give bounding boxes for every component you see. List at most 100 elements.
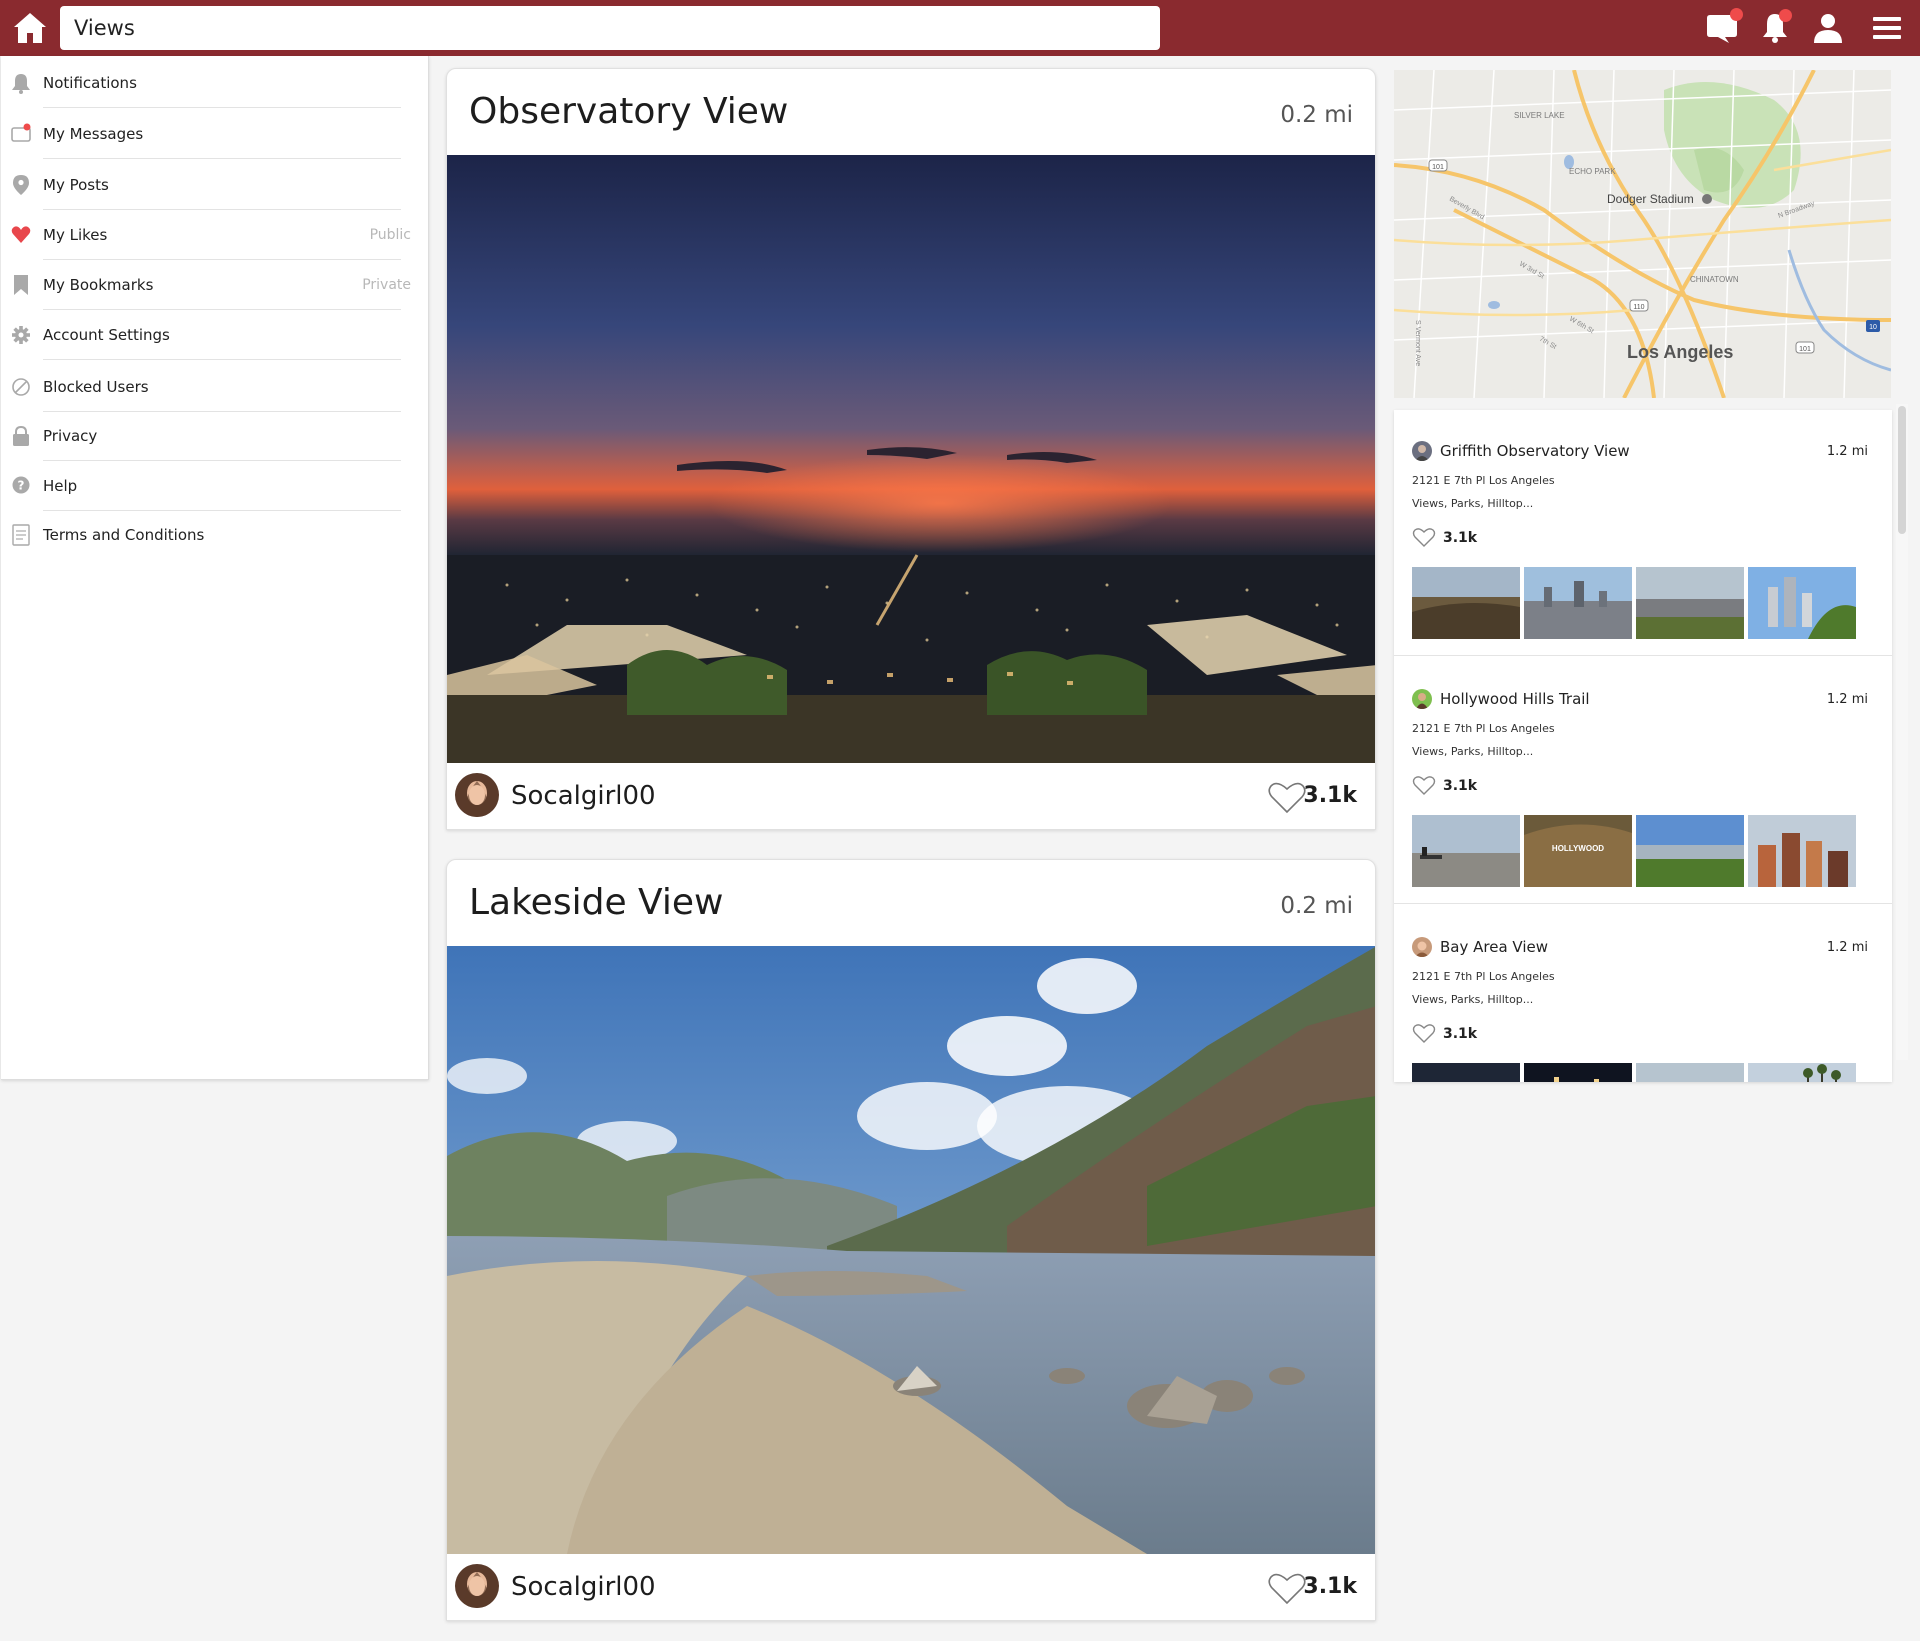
heart-outline-icon[interactable] bbox=[1412, 1022, 1436, 1044]
sidebar-item-messages[interactable]: My Messages bbox=[1, 109, 429, 159]
thumbnail[interactable] bbox=[1524, 567, 1632, 639]
sidebar-item-label: Blocked Users bbox=[43, 378, 149, 396]
place-like-count: 3.1k bbox=[1443, 1026, 1478, 1042]
thumbnail[interactable] bbox=[1748, 815, 1856, 887]
place-distance: 1.2 mi bbox=[1826, 940, 1868, 955]
map-pin-icon bbox=[13, 175, 29, 195]
photo-thumbnails bbox=[1412, 567, 1872, 639]
post-card: Observatory View 0.2 mi Socalgirl00 3.1k bbox=[446, 68, 1376, 830]
sidebar-item-terms[interactable]: Terms and Conditions bbox=[1, 510, 429, 560]
places-list: Griffith Observatory View 1.2 mi 2121 E … bbox=[1394, 410, 1892, 1082]
places-scrollbar[interactable] bbox=[1896, 404, 1908, 1060]
messages-badge bbox=[1730, 8, 1743, 21]
thumbnail[interactable] bbox=[1748, 567, 1856, 639]
top-bar bbox=[0, 0, 1920, 56]
scrollbar-thumb[interactable] bbox=[1898, 406, 1906, 534]
post-photo-city-sunset[interactable] bbox=[447, 155, 1375, 763]
post-photo-lakeside[interactable] bbox=[447, 946, 1375, 1554]
post-like-count: 3.1k bbox=[1303, 783, 1357, 808]
gear-icon bbox=[12, 326, 30, 344]
sidebar-item-label: My Posts bbox=[43, 176, 109, 194]
heart-outline-icon[interactable] bbox=[1267, 1570, 1307, 1606]
map-label: Dodger Stadium bbox=[1607, 192, 1694, 206]
map-view[interactable]: SILVER LAKE ECHO PARK Dodger Stadium CHI… bbox=[1394, 70, 1891, 398]
place-item[interactable]: Bay Area View 1.2 mi 2121 E 7th Pl Los A… bbox=[1394, 906, 1892, 1082]
help-icon: ? bbox=[12, 476, 30, 494]
map-label: 101 bbox=[1432, 164, 1444, 171]
sidebar-item-account-settings[interactable]: Account Settings bbox=[1, 310, 429, 360]
avatar bbox=[1412, 689, 1432, 709]
map-label: 10 bbox=[1869, 324, 1877, 331]
thumbnail[interactable] bbox=[1412, 1063, 1520, 1082]
thumbnail[interactable] bbox=[1636, 815, 1744, 887]
notifications-badge bbox=[1779, 9, 1792, 22]
divider bbox=[43, 359, 401, 360]
place-address: 2121 E 7th Pl Los Angeles bbox=[1412, 474, 1555, 487]
sidebar-item-likes[interactable]: My Likes Public bbox=[1, 210, 429, 260]
place-name: Bay Area View bbox=[1440, 938, 1549, 956]
profile-icon[interactable] bbox=[1809, 10, 1847, 46]
hamburger-menu-icon[interactable] bbox=[1868, 10, 1906, 46]
photo-thumbnails bbox=[1412, 1063, 1872, 1082]
heart-outline-icon[interactable] bbox=[1412, 774, 1436, 796]
map-label: 110 bbox=[1633, 304, 1644, 311]
place-tags: Views, Parks, Hilltop... bbox=[1412, 745, 1534, 758]
thumbnail[interactable] bbox=[1524, 1063, 1632, 1082]
thumbnail[interactable] bbox=[1748, 1063, 1856, 1082]
sidebar-item-label: My Messages bbox=[43, 125, 144, 143]
map-label: SILVER LAKE bbox=[1514, 111, 1565, 120]
lock-icon bbox=[13, 425, 29, 446]
bookmark-icon bbox=[14, 275, 28, 295]
place-address: 2121 E 7th Pl Los Angeles bbox=[1412, 722, 1555, 735]
visibility-label: Public bbox=[369, 227, 411, 243]
sign-text: HOLLYWOOD bbox=[1552, 844, 1604, 853]
sidebar-item-label: Account Settings bbox=[43, 326, 170, 344]
thumbnail[interactable]: HOLLYWOOD bbox=[1524, 815, 1632, 887]
photo-thumbnails: HOLLYWOOD bbox=[1412, 815, 1872, 887]
post-username[interactable]: Socalgirl00 bbox=[511, 781, 656, 811]
post-card: Lakeside View 0.2 mi Socalgirl00 3.1k bbox=[446, 859, 1376, 1621]
post-footer: Socalgirl00 3.1k bbox=[447, 763, 1375, 829]
post-title: Observatory View bbox=[469, 91, 789, 132]
thumbnail[interactable] bbox=[1412, 815, 1520, 887]
thumbnail[interactable] bbox=[1636, 1063, 1744, 1082]
heart-icon bbox=[11, 226, 31, 243]
place-tags: Views, Parks, Hilltop... bbox=[1412, 993, 1534, 1006]
sidebar-menu: Notifications My Messages My Posts My Li… bbox=[1, 56, 429, 1080]
document-icon bbox=[12, 524, 30, 546]
place-distance: 1.2 mi bbox=[1826, 444, 1868, 459]
map-label: CHINATOWN bbox=[1690, 275, 1739, 284]
divider bbox=[43, 158, 401, 159]
place-like-count: 3.1k bbox=[1443, 530, 1478, 546]
home-icon[interactable] bbox=[12, 10, 48, 46]
place-item[interactable]: Griffith Observatory View 1.2 mi 2121 E … bbox=[1394, 410, 1892, 656]
sidebar-item-label: Help bbox=[43, 477, 78, 495]
place-item[interactable]: Hollywood Hills Trail 1.2 mi 2121 E 7th … bbox=[1394, 658, 1892, 904]
search-input[interactable] bbox=[60, 6, 1160, 50]
heart-outline-icon[interactable] bbox=[1412, 526, 1436, 548]
heart-outline-icon[interactable] bbox=[1267, 779, 1307, 815]
sidebar-item-privacy[interactable]: Privacy bbox=[1, 411, 429, 461]
avatar[interactable] bbox=[455, 1564, 499, 1608]
sidebar-item-blocked-users[interactable]: Blocked Users bbox=[1, 362, 429, 412]
thumbnail[interactable] bbox=[1412, 567, 1520, 639]
avatar bbox=[1412, 441, 1432, 461]
map-city-label: Los Angeles bbox=[1627, 342, 1733, 362]
sidebar-item-bookmarks[interactable]: My Bookmarks Private bbox=[1, 260, 429, 310]
avatar[interactable] bbox=[455, 773, 499, 817]
sidebar-item-posts[interactable]: My Posts bbox=[1, 160, 429, 210]
svg-text:?: ? bbox=[18, 479, 25, 493]
sidebar-item-label: Terms and Conditions bbox=[43, 526, 205, 544]
place-like-count: 3.1k bbox=[1443, 778, 1478, 794]
post-distance: 0.2 mi bbox=[1280, 102, 1353, 128]
divider bbox=[43, 107, 401, 108]
map-label: 101 bbox=[1799, 346, 1811, 353]
thumbnail[interactable] bbox=[1636, 567, 1744, 639]
avatar bbox=[1412, 937, 1432, 957]
place-distance: 1.2 mi bbox=[1826, 692, 1868, 707]
sidebar-item-notifications[interactable]: Notifications bbox=[1, 58, 429, 108]
sidebar-item-help[interactable]: ? Help bbox=[1, 461, 429, 511]
sidebar-item-label: My Bookmarks bbox=[43, 276, 154, 294]
sidebar-item-label: My Likes bbox=[43, 226, 108, 244]
post-username[interactable]: Socalgirl00 bbox=[511, 1572, 656, 1602]
